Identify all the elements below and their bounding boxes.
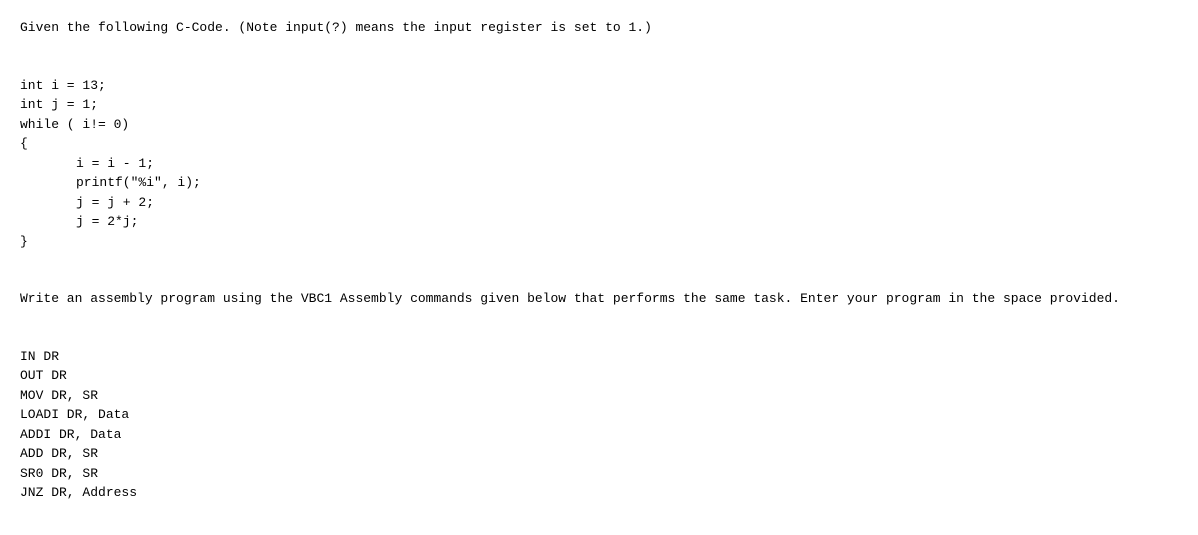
asm-line-5: ADDI DR, Data	[20, 425, 1178, 445]
asm-line-2: OUT DR	[20, 366, 1178, 386]
instruction-text: Write an assembly program using the VBC1…	[20, 289, 1178, 309]
code-line-6: printf("%i", i);	[20, 173, 1178, 193]
asm-line-3: MOV DR, SR	[20, 386, 1178, 406]
code-line-1: int i = 13;	[20, 76, 1178, 96]
code-line-9: }	[20, 232, 1178, 252]
code-line-3: while ( i!= 0)	[20, 115, 1178, 135]
code-line-2: int j = 1;	[20, 95, 1178, 115]
spacer	[20, 309, 1178, 347]
code-line-5: i = i - 1;	[20, 154, 1178, 174]
asm-line-4: LOADI DR, Data	[20, 405, 1178, 425]
asm-line-6: ADD DR, SR	[20, 444, 1178, 464]
code-line-4: {	[20, 134, 1178, 154]
asm-line-7: SR0 DR, SR	[20, 464, 1178, 484]
intro-text: Given the following C-Code. (Note input(…	[20, 18, 1178, 38]
spacer	[20, 38, 1178, 76]
code-line-8: j = 2*j;	[20, 212, 1178, 232]
asm-line-1: IN DR	[20, 347, 1178, 367]
code-line-7: j = j + 2;	[20, 193, 1178, 213]
spacer	[20, 251, 1178, 289]
asm-line-8: JNZ DR, Address	[20, 483, 1178, 503]
